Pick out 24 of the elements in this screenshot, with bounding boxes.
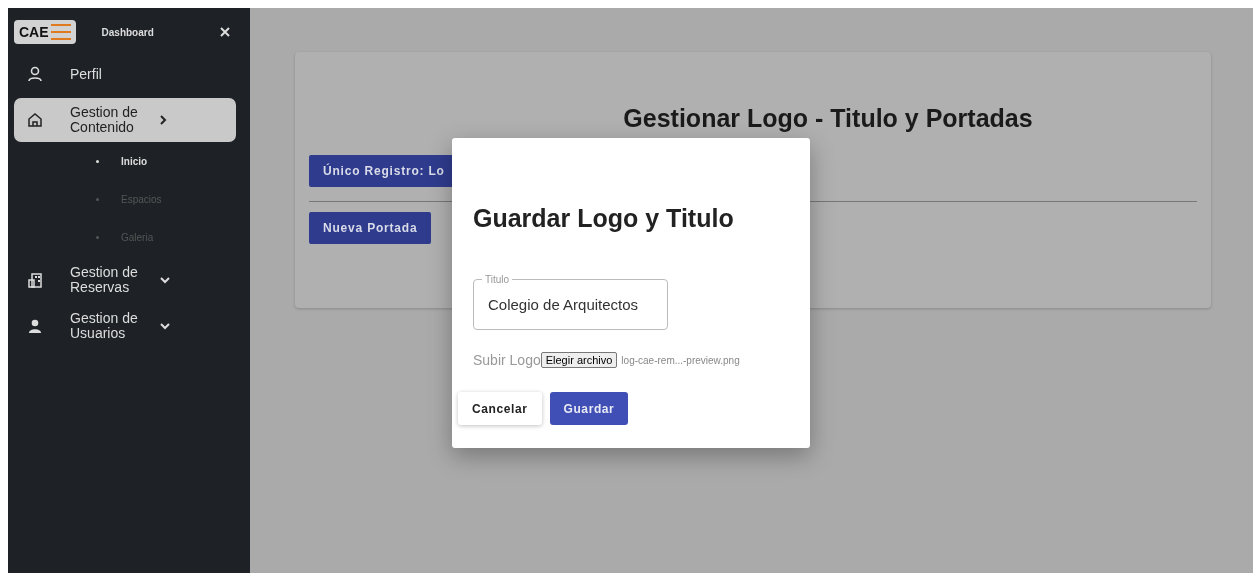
new-cover-button[interactable]: Nueva Portada bbox=[309, 212, 432, 244]
close-icon[interactable] bbox=[220, 27, 230, 37]
sidebar-item[interactable]: Perfil bbox=[14, 52, 236, 96]
cancel-button[interactable]: Cancelar bbox=[458, 392, 542, 425]
sidebar-title: Dashboard bbox=[101, 26, 155, 38]
chevron-right-icon bbox=[160, 115, 167, 125]
home-icon bbox=[28, 113, 42, 127]
file-name: log-cae-rem...-preview.png bbox=[621, 354, 740, 366]
person-icon bbox=[28, 319, 42, 333]
chevron-down-icon bbox=[160, 276, 170, 284]
page-title: Gestionar Logo - Titulo y Portadas bbox=[622, 104, 1034, 133]
cae-logo[interactable]: CAE bbox=[14, 20, 76, 44]
sidebar-item[interactable]: Gestion de Contenido bbox=[14, 98, 236, 142]
upload-label: Subir Logo bbox=[473, 352, 541, 368]
building-icon bbox=[28, 272, 42, 288]
person-icon bbox=[28, 66, 42, 82]
sidebar-item[interactable]: Gestion de Usuarios bbox=[14, 304, 236, 348]
dialog-title: Guardar Logo y Titulo bbox=[473, 204, 735, 233]
chevron-down-icon bbox=[160, 322, 170, 330]
sidebar-item[interactable]: Gestion de Reservas bbox=[14, 258, 236, 302]
submenu-item[interactable]: Inicio bbox=[14, 142, 236, 180]
choose-file-button[interactable]: Elegir archivo bbox=[540, 352, 618, 368]
save-button[interactable]: Guardar bbox=[549, 392, 629, 425]
menu-icon bbox=[50, 23, 71, 41]
